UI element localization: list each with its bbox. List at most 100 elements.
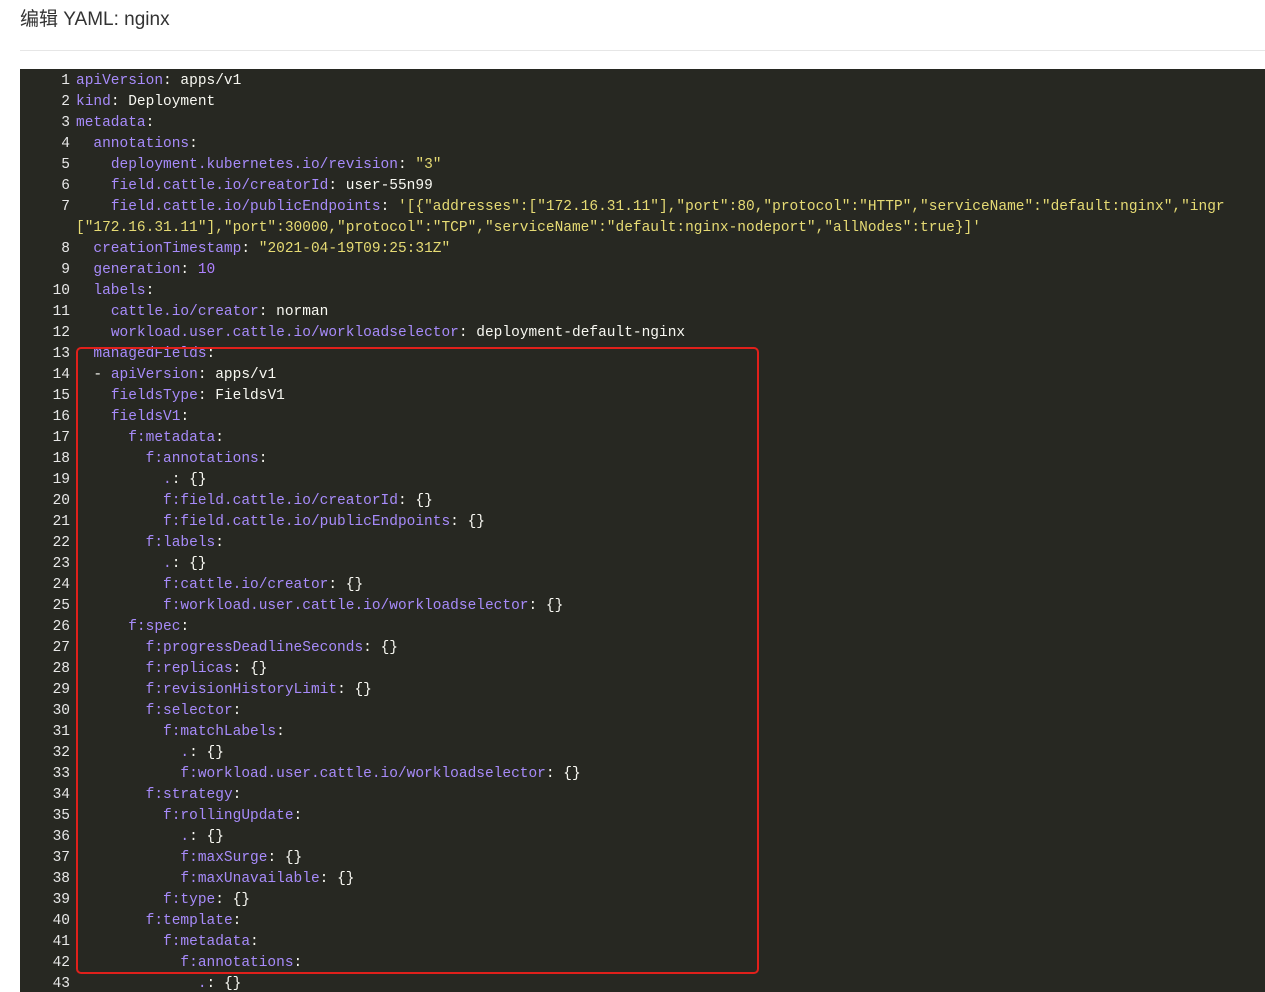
code-line[interactable]: 1 apiVersion: apps/v1 (20, 71, 1265, 92)
code-line[interactable]: 13 managedFields: (20, 344, 1265, 365)
code-line[interactable]: 32 .: {} (20, 743, 1265, 764)
code-token: : (293, 955, 303, 971)
code-line[interactable]: 17 f:metadata: (20, 428, 1265, 449)
code-token: f:revisionHistoryLimit (145, 682, 338, 698)
line-number: 5 (61, 157, 70, 173)
code-line[interactable]: 24 f:cattle.io/creator: {} (20, 575, 1265, 596)
yaml-code-editor[interactable]: 1 apiVersion: apps/v1 2 kind: Deployment 3 me… (20, 69, 1265, 992)
code-text: .: {} (76, 827, 224, 848)
code-token: f:workload.user.cattle.io/workloadselect… (180, 766, 546, 782)
code-token: annotations (93, 136, 190, 152)
code-line[interactable]: 2 kind: Deployment (20, 92, 1265, 113)
code-text: creationTimestamp: "2021-04-19T09:25:31Z… (76, 239, 450, 260)
code-token: '[{"addresses":["172.16.31.11"],"port":8… (397, 199, 1225, 215)
line-number: 19 (52, 472, 70, 488)
code-line[interactable]: 6 field.cattle.io/creatorId: user-55n99 (20, 176, 1265, 197)
code-token: f:metadata (163, 934, 251, 950)
code-line[interactable]: 37 f:maxSurge: {} (20, 848, 1265, 869)
code-line[interactable]: 16 fieldsV1: (20, 407, 1265, 428)
code-token: {} (284, 850, 303, 866)
code-line[interactable]: 27 f:progressDeadlineSeconds: {} (20, 638, 1265, 659)
code-line[interactable]: 25 f:workload.user.cattle.io/workloadsel… (20, 596, 1265, 617)
yaml-edit-page: 编辑 YAML: nginx 1 apiVersion: apps/v1 2 kind… (0, 0, 1265, 992)
code-line[interactable]: 23 .: {} (20, 554, 1265, 575)
code-line[interactable]: ["172.16.31.11"],"port":30000,"protocol"… (20, 218, 1265, 239)
code-text: f:workload.user.cattle.io/workloadselect… (76, 596, 563, 617)
line-number: 1 (61, 73, 70, 89)
code-token: fieldsV1 (110, 409, 181, 425)
code-line[interactable]: 26 f:spec: (20, 617, 1265, 638)
code-line[interactable]: 9 generation: 10 (20, 260, 1265, 281)
code-text: fieldsV1: (76, 407, 189, 428)
code-token: : (197, 388, 216, 404)
code-text: fieldsType: FieldsV1 (76, 386, 285, 407)
code-line[interactable]: 36 .: {} (20, 827, 1265, 848)
code-token: f:workload.user.cattle.io/workloadselect… (163, 598, 529, 614)
code-line[interactable]: 38 f:maxUnavailable: {} (20, 869, 1265, 890)
code-line[interactable]: 30 f:selector: (20, 701, 1265, 722)
code-text: f:metadata: (76, 428, 224, 449)
code-token: . (180, 745, 190, 761)
code-line[interactable]: 43 .: {} (20, 974, 1265, 992)
code-line[interactable]: 28 f:replicas: {} (20, 659, 1265, 680)
code-line[interactable]: 22 f:labels: (20, 533, 1265, 554)
code-text: .: {} (76, 974, 242, 992)
code-token: deployment.kubernetes.io/revision (110, 157, 398, 173)
code-text: f:labels: (76, 533, 224, 554)
code-line[interactable]: 39 f:type: {} (20, 890, 1265, 911)
code-line[interactable]: 33 f:workload.user.cattle.io/workloadsel… (20, 764, 1265, 785)
code-line[interactable]: 7 field.cattle.io/publicEndpoints: '[{"a… (20, 197, 1265, 218)
code-line[interactable]: 40 f:template: (20, 911, 1265, 932)
code-token: managedFields (93, 346, 207, 362)
code-token: cattle.io/creator (110, 304, 259, 320)
code-line[interactable]: 42 f:annotations: (20, 953, 1265, 974)
code-line[interactable]: 11 cattle.io/creator: norman (20, 302, 1265, 323)
code-line[interactable]: 3 metadata: (20, 113, 1265, 134)
code-text: .: {} (76, 743, 224, 764)
code-token: kind (76, 94, 111, 110)
line-number: 11 (52, 304, 70, 320)
code-line[interactable]: 14 - apiVersion: apps/v1 (20, 365, 1265, 386)
code-line[interactable]: 12 workload.user.cattle.io/workloadselec… (20, 323, 1265, 344)
code-line[interactable]: 18 f:annotations: (20, 449, 1265, 470)
code-text: labels: (76, 281, 154, 302)
code-text: f:annotations: (76, 449, 268, 470)
code-line[interactable]: 5 deployment.kubernetes.io/revision: "3" (20, 155, 1265, 176)
code-line[interactable]: 10 labels: (20, 281, 1265, 302)
code-line[interactable]: 34 f:strategy: (20, 785, 1265, 806)
code-line[interactable]: 15 fieldsType: FieldsV1 (20, 386, 1265, 407)
code-text: managedFields: (76, 344, 215, 365)
code-token: f:type (163, 892, 216, 908)
code-line[interactable]: 35 f:rollingUpdate: (20, 806, 1265, 827)
code-line[interactable]: 8 creationTimestamp: "2021-04-19T09:25:3… (20, 239, 1265, 260)
code-line[interactable]: 20 f:field.cattle.io/creatorId: {} (20, 491, 1265, 512)
code-line[interactable]: 21 f:field.cattle.io/publicEndpoints: {} (20, 512, 1265, 533)
line-number: 13 (52, 346, 70, 362)
code-text: f:spec: (76, 617, 189, 638)
code-token: : (458, 325, 477, 341)
code-token: : (180, 619, 190, 635)
code-token: : (189, 829, 207, 845)
code-line[interactable]: 31 f:matchLabels: (20, 722, 1265, 743)
code-token: : (328, 178, 346, 194)
line-number: 28 (52, 661, 70, 677)
code-text: f:rollingUpdate: (76, 806, 302, 827)
code-line[interactable]: 19 .: {} (20, 470, 1265, 491)
line-number: 18 (52, 451, 70, 467)
code-line[interactable]: 41 f:metadata: (20, 932, 1265, 953)
code-line[interactable]: 4 annotations: (20, 134, 1265, 155)
code-line[interactable]: 29 f:revisionHistoryLimit: {} (20, 680, 1265, 701)
code-token: 10 (197, 262, 216, 278)
line-number: 9 (61, 262, 70, 278)
code-text: ["172.16.31.11"],"port":30000,"protocol"… (76, 218, 981, 239)
